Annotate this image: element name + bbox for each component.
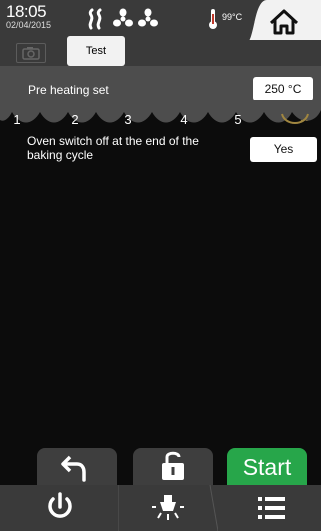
clock-time: 18:05 [6, 2, 47, 21]
camera-icon [22, 47, 40, 60]
tab-program-name[interactable]: Test [67, 36, 125, 66]
light-icon [152, 495, 184, 520]
steam-icon [88, 8, 102, 30]
preheat-temperature-field[interactable]: 250 °C [253, 77, 313, 101]
menu-icon [258, 497, 285, 519]
fan-icon [138, 8, 158, 27]
clock: 18:05 02/04/2015 [6, 2, 52, 31]
lock-button[interactable] [133, 448, 213, 485]
phase-tab-2[interactable]: 2 [63, 112, 87, 127]
back-button[interactable] [37, 448, 117, 485]
phase-tab-3[interactable]: 3 [116, 112, 140, 127]
menu-button[interactable] [218, 485, 321, 531]
preheat-label: Pre heating set [28, 83, 109, 97]
home-button[interactable] [245, 0, 321, 44]
phase-tab-1[interactable]: 1 [5, 112, 29, 127]
fan-icon [113, 8, 133, 27]
phase-tab-5[interactable]: 5 [226, 112, 250, 127]
phase-tab-4[interactable]: 4 [172, 112, 196, 127]
program-tab-row [0, 40, 321, 66]
phase-tab-more[interactable]: ... [300, 113, 308, 124]
switch-off-option-toggle[interactable]: Yes [250, 137, 317, 162]
phase-selector [0, 100, 321, 124]
oven-temperature-value: 99°C [222, 12, 243, 22]
power-button[interactable] [0, 485, 118, 531]
unlock-icon [162, 451, 184, 480]
thermometer-icon [209, 9, 217, 29]
light-button[interactable] [118, 485, 218, 531]
start-button[interactable]: Start [227, 448, 307, 485]
back-arrow-icon [61, 455, 86, 482]
switch-off-option-label: Oven switch off at the end of the baking… [27, 134, 199, 162]
camera-button[interactable] [16, 43, 46, 63]
clock-date: 02/04/2015 [6, 20, 52, 30]
power-icon [48, 492, 72, 518]
